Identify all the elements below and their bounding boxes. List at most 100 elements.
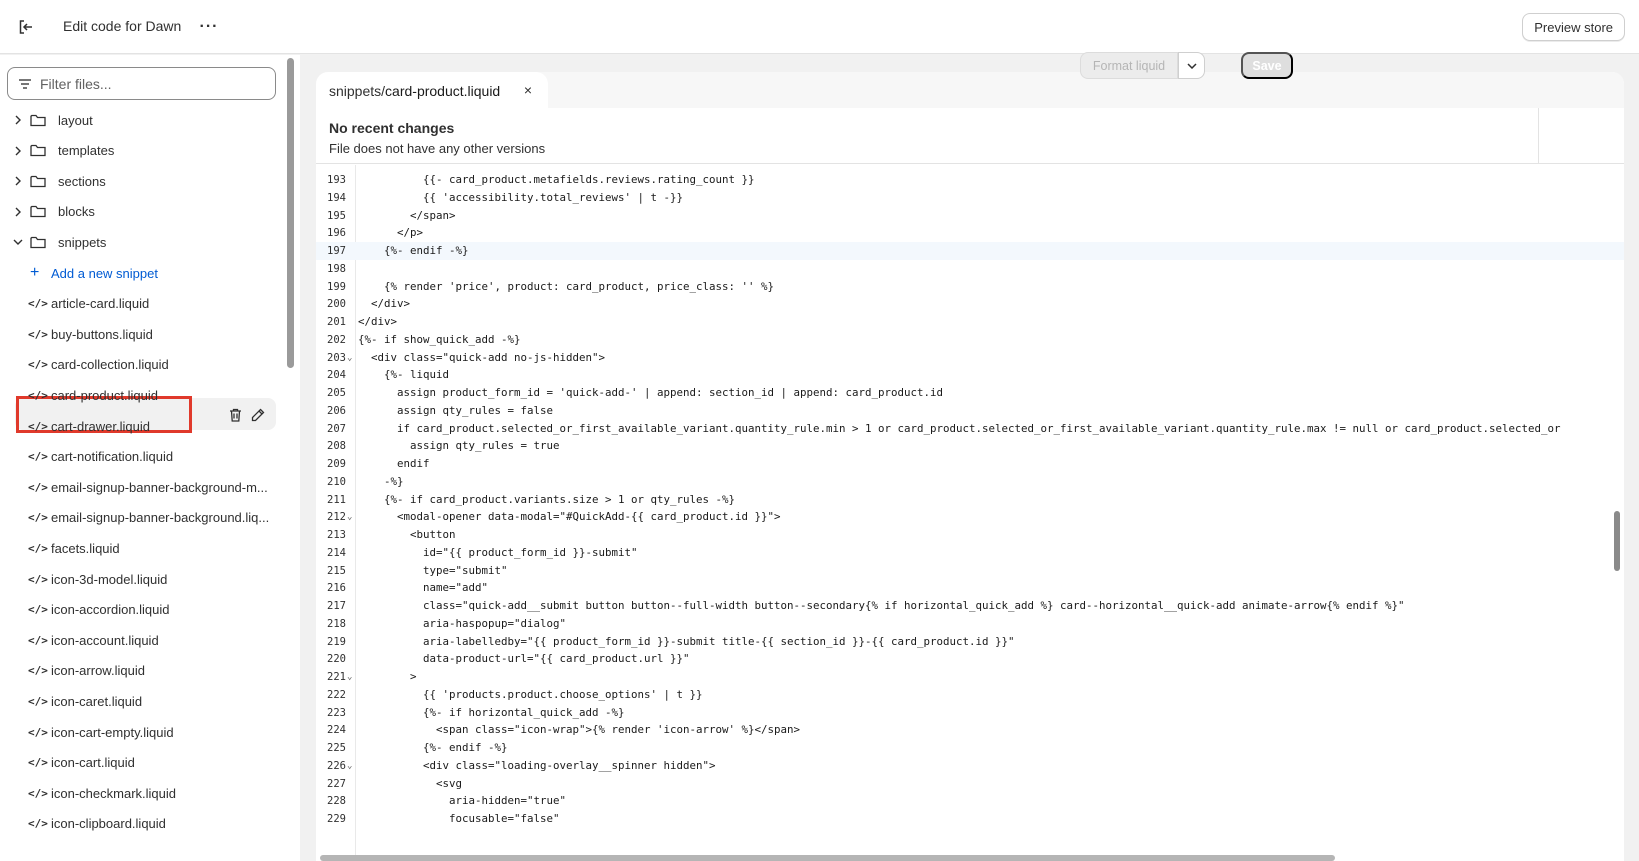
chevron-right-icon[interactable] bbox=[12, 176, 24, 186]
file-item[interactable]: </> buy-buttons.liquid bbox=[0, 319, 283, 349]
filter-files-input[interactable] bbox=[40, 75, 260, 92]
line-number: 208 bbox=[327, 440, 346, 453]
code-line[interactable]: 209 endif bbox=[316, 455, 1624, 473]
chevron-down-icon[interactable] bbox=[12, 237, 24, 247]
add-snippet-link[interactable]: + Add a new snippet bbox=[0, 258, 283, 288]
code-line[interactable]: 217 class="quick-add__submit button butt… bbox=[316, 597, 1624, 615]
file-item[interactable]: </> email-signup-banner-background.liq... bbox=[0, 503, 283, 533]
code-line[interactable]: 194 {{ 'accessibility.total_reviews' | t… bbox=[316, 189, 1624, 207]
folder-layout[interactable]: layout bbox=[0, 105, 283, 135]
code-line[interactable]: 200 </div> bbox=[316, 295, 1624, 313]
sidebar-scrollbar[interactable] bbox=[287, 58, 294, 368]
code-text: <button bbox=[358, 528, 456, 541]
code-line[interactable]: 202 {%- if show_quick_add -%} bbox=[316, 331, 1624, 349]
code-line[interactable]: 224 <span class="icon-wrap">{% render 'i… bbox=[316, 721, 1624, 739]
vertical-scrollbar[interactable] bbox=[1614, 511, 1620, 571]
code-line[interactable]: 225 {%- endif -%} bbox=[316, 739, 1624, 757]
code-line[interactable]: 221 ⌄ > bbox=[316, 668, 1624, 686]
chevron-right-icon[interactable] bbox=[12, 207, 24, 217]
code-line[interactable]: 193 {{- card_product.metafields.reviews.… bbox=[316, 171, 1624, 189]
line-number: 197 bbox=[327, 245, 346, 257]
code-line[interactable]: 206 assign qty_rules = false bbox=[316, 402, 1624, 420]
code-line[interactable]: 197 {%- endif -%} bbox=[316, 242, 1624, 260]
chevron-right-icon[interactable] bbox=[12, 115, 24, 125]
code-line[interactable]: 218 aria-haspopup="dialog" bbox=[316, 615, 1624, 633]
code-area[interactable]: 193 {{- card_product.metafields.reviews.… bbox=[316, 165, 1624, 861]
code-line[interactable]: 216 name="add" bbox=[316, 579, 1624, 597]
code-line[interactable]: 204 {%- liquid bbox=[316, 366, 1624, 384]
file-item[interactable]: </> icon-accordion.liquid bbox=[0, 595, 283, 625]
line-number: 210 bbox=[327, 475, 346, 488]
file-item[interactable]: </> email-signup-banner-background-m... bbox=[0, 472, 283, 502]
fold-chevron-icon[interactable]: ⌄ bbox=[347, 757, 352, 775]
file-item[interactable]: </> icon-arrow.liquid bbox=[0, 656, 283, 686]
more-actions-button[interactable]: ··· bbox=[196, 14, 222, 40]
code-line[interactable]: 203 ⌄ <div class="quick-add no-js-hidden"… bbox=[316, 349, 1624, 367]
folder-icon bbox=[30, 114, 48, 127]
code-line[interactable]: 222 {{ 'products.product.choose_options'… bbox=[316, 686, 1624, 704]
code-line[interactable]: 195 </span> bbox=[316, 207, 1624, 225]
code-line[interactable]: 205 assign product_form_id = 'quick-add-… bbox=[316, 384, 1624, 402]
file-item[interactable]: </> article-card.liquid bbox=[0, 289, 283, 319]
file-item[interactable]: </> facets.liquid bbox=[0, 533, 283, 563]
code-line[interactable]: 201 </div> bbox=[316, 313, 1624, 331]
code-line[interactable]: 228 aria-hidden="true" bbox=[316, 792, 1624, 810]
code-line[interactable]: 199 {% render 'price', product: card_pro… bbox=[316, 278, 1624, 296]
code-line[interactable]: 226 ⌄ <div class="loading-overlay__spinne… bbox=[316, 757, 1624, 775]
folder-blocks[interactable]: blocks bbox=[0, 197, 283, 227]
tab-card-product[interactable]: snippets/card-product.liquid × bbox=[316, 72, 548, 109]
code-text: </p> bbox=[358, 226, 424, 240]
chevron-right-icon[interactable] bbox=[12, 146, 24, 156]
format-options-button[interactable] bbox=[1178, 52, 1205, 79]
file-item[interactable]: </> icon-caret.liquid bbox=[0, 686, 283, 716]
code-line[interactable]: 196 </p> bbox=[316, 224, 1624, 242]
code-line[interactable]: 213 <button bbox=[316, 526, 1624, 544]
format-liquid-button[interactable]: Format liquid bbox=[1080, 52, 1178, 79]
code-line[interactable]: 211 {%- if card_product.variants.size > … bbox=[316, 491, 1624, 509]
file-item[interactable]: </> icon-clipboard.liquid bbox=[0, 809, 283, 839]
code-line[interactable]: 208 assign qty_rules = true bbox=[316, 437, 1624, 455]
code-line[interactable]: 229 focusable="false" bbox=[316, 810, 1624, 828]
file-label: card-product.liquid bbox=[51, 387, 158, 403]
code-line[interactable]: 210 -%} bbox=[316, 473, 1624, 491]
file-item[interactable]: </> icon-cart-empty.liquid bbox=[0, 717, 283, 747]
file-item[interactable]: </> icon-checkmark.liquid bbox=[0, 778, 283, 808]
exit-icon[interactable] bbox=[14, 15, 38, 39]
code-line[interactable]: 215 type="submit" bbox=[316, 562, 1624, 580]
filter-files-field[interactable] bbox=[7, 67, 276, 100]
code-line[interactable]: 227 <svg bbox=[316, 775, 1624, 793]
code-line[interactable]: 220 data-product-url="{{ card_product.ur… bbox=[316, 650, 1624, 668]
folder-templates[interactable]: templates bbox=[0, 136, 283, 166]
code-line[interactable]: 214 id="{{ product_form_id }}-submit" bbox=[316, 544, 1624, 562]
save-button[interactable]: Save bbox=[1241, 52, 1293, 79]
file-item[interactable]: </> icon-cart.liquid bbox=[0, 748, 283, 778]
file-item[interactable]: </> card-collection.liquid bbox=[0, 350, 283, 380]
file-item[interactable]: </> card-product.liquid bbox=[0, 380, 283, 410]
file-item[interactable]: </> icon-account.liquid bbox=[0, 625, 283, 655]
code-file-icon: </> bbox=[28, 603, 48, 617]
code-line[interactable]: 207 if card_product.selected_or_first_av… bbox=[316, 420, 1624, 438]
fold-chevron-icon[interactable]: ⌄ bbox=[347, 349, 352, 367]
folder-sections[interactable]: sections bbox=[0, 166, 283, 196]
code-line[interactable]: 198 bbox=[316, 260, 1624, 278]
code-text: <svg bbox=[358, 776, 463, 790]
code-text: > bbox=[358, 670, 417, 683]
fold-chevron-icon[interactable]: ⌄ bbox=[347, 668, 352, 686]
file-item[interactable]: </> cart-notification.liquid bbox=[0, 442, 283, 472]
file-item[interactable]: </> cart-drawer.liquid bbox=[0, 411, 283, 441]
horizontal-scrollbar[interactable] bbox=[320, 855, 1335, 861]
code-line[interactable]: 212 ⌄ <modal-opener data-modal="#QuickAdd… bbox=[316, 508, 1624, 526]
code-text: <span class="icon-wrap">{% render 'icon-… bbox=[358, 723, 801, 737]
code-line[interactable]: 219 aria-labelledby="{{ product_form_id … bbox=[316, 633, 1624, 651]
code-file-icon: </> bbox=[28, 480, 48, 494]
folder-snippets[interactable]: snippets bbox=[0, 227, 283, 257]
line-number: 219 bbox=[327, 635, 346, 648]
fold-chevron-icon[interactable]: ⌄ bbox=[347, 508, 352, 526]
close-icon[interactable]: × bbox=[520, 82, 536, 98]
code-line[interactable]: 223 {%- if horizontal_quick_add -%} bbox=[316, 704, 1624, 722]
code-text: {%- if horizontal_quick_add -%} bbox=[358, 705, 625, 719]
line-number: 209 bbox=[327, 458, 346, 470]
preview-store-button[interactable]: Preview store bbox=[1522, 13, 1625, 41]
file-label: icon-3d-model.liquid bbox=[51, 571, 168, 587]
file-item[interactable]: </> icon-3d-model.liquid bbox=[0, 564, 283, 594]
